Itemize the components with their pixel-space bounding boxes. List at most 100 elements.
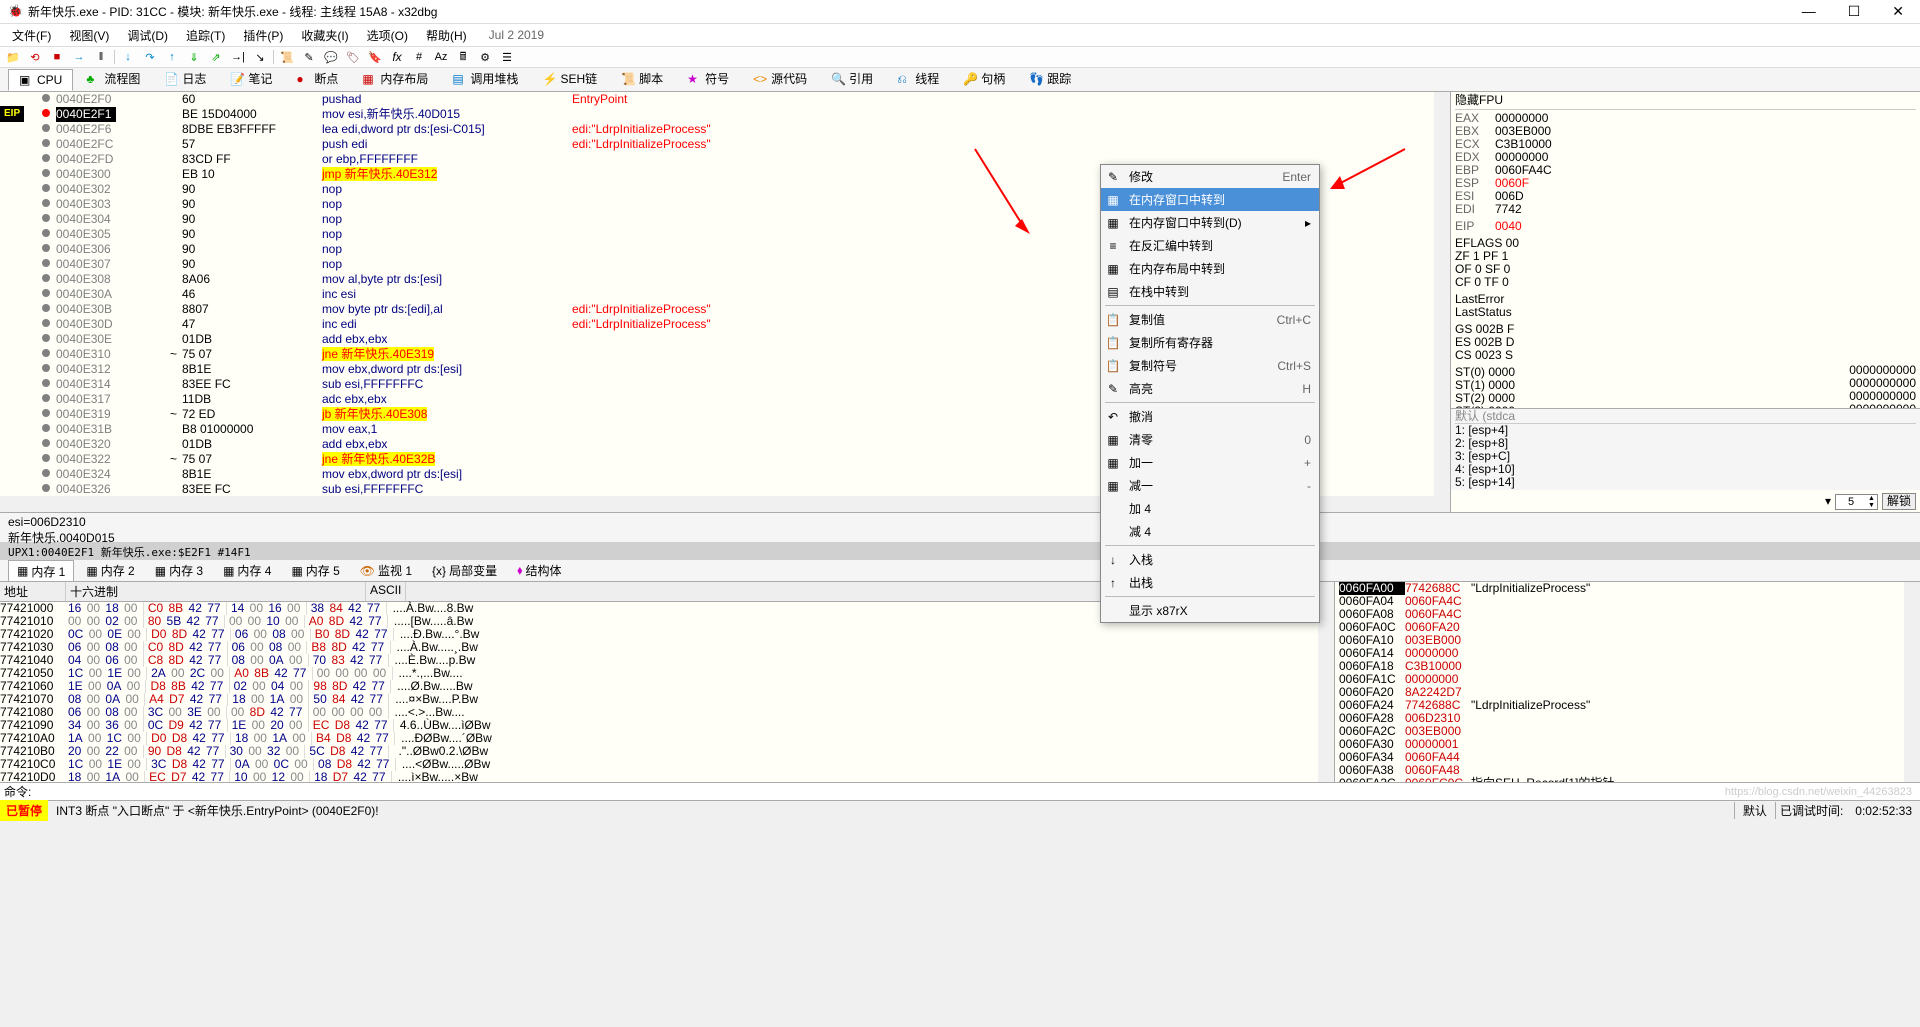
stop-icon[interactable]: ■ xyxy=(48,48,66,66)
arg-row[interactable]: 2: [esp+8] xyxy=(1455,437,1916,450)
tab-threads[interactable]: ⎌线程 xyxy=(886,66,950,91)
unlock-button[interactable]: 解锁 xyxy=(1882,493,1916,510)
run-icon[interactable]: → xyxy=(70,48,88,66)
context-menu-item[interactable]: ▦在内存布局中转到 xyxy=(1101,257,1319,280)
context-menu-item[interactable]: ✎修改Enter xyxy=(1101,165,1319,188)
command-input[interactable] xyxy=(35,785,1916,799)
tab-notes[interactable]: 📝笔记 xyxy=(219,66,283,91)
trace-over-icon[interactable]: ⇗ xyxy=(207,48,225,66)
calc-icon[interactable]: 🖩 xyxy=(454,48,472,66)
step-over-icon[interactable]: ↷ xyxy=(141,48,159,66)
regs-header[interactable]: 隐藏FPU xyxy=(1455,94,1916,110)
minimize-button[interactable]: — xyxy=(1794,1,1824,22)
context-menu-item[interactable]: ↶撤消 xyxy=(1101,405,1319,428)
az-icon[interactable]: Az xyxy=(432,48,450,66)
restart-icon[interactable]: ⟲ xyxy=(26,48,44,66)
disasm-row[interactable]: 0040E2FC 57push ediedi:"LdrpInitializePr… xyxy=(0,137,1434,152)
menu-debug[interactable]: 调试(D) xyxy=(119,25,176,46)
comment-icon[interactable]: 💬 xyxy=(322,48,340,66)
step-out-icon[interactable]: ↑ xyxy=(163,48,181,66)
tab-dump1[interactable]: ▦内存 1 xyxy=(8,560,74,581)
context-menu-item[interactable]: 📋复制符号Ctrl+S xyxy=(1101,354,1319,377)
tab-seh[interactable]: ⚡SEH链 xyxy=(531,66,608,91)
maximize-button[interactable]: ☐ xyxy=(1840,1,1869,22)
close-button[interactable]: ✕ xyxy=(1884,1,1912,22)
bookmark-icon[interactable]: 🔖 xyxy=(366,48,384,66)
spin-up[interactable]: ▲ xyxy=(1866,495,1877,502)
context-menu-item[interactable]: ▦在内存窗口中转到(D)▸ xyxy=(1101,211,1319,234)
tab-refs[interactable]: 🔍引用 xyxy=(820,66,884,91)
tab-script[interactable]: 📜脚本 xyxy=(610,66,674,91)
tab-symbols[interactable]: ★符号 xyxy=(676,66,740,91)
tab-locals[interactable]: {x}局部变量 xyxy=(424,560,505,581)
args-view[interactable]: 默认 (stdca 1: [esp+4] 2: [esp+8] 3: [esp+… xyxy=(1451,408,1920,490)
label-icon[interactable]: 🏷 xyxy=(344,48,362,66)
tab-source[interactable]: <>源代码 xyxy=(742,66,818,91)
tab-dump5[interactable]: ▦内存 5 xyxy=(283,560,347,581)
hash-icon[interactable]: # xyxy=(410,48,428,66)
context-menu-item[interactable]: 📋复制所有寄存器 xyxy=(1101,331,1319,354)
context-menu-item[interactable]: ✎高亮H xyxy=(1101,377,1319,400)
registers-panel[interactable]: 隐藏FPU EAX00000000EBX003EB000ECXC3B10000E… xyxy=(1450,92,1920,512)
tab-graph[interactable]: ♣流程图 xyxy=(75,66,151,91)
context-menu-item[interactable]: ▦加一+ xyxy=(1101,451,1319,474)
tab-dump2[interactable]: ▦内存 2 xyxy=(78,560,142,581)
stack-view[interactable]: 0060FA007742688C"LdrpInitializeProcess"0… xyxy=(1334,582,1904,782)
tab-handles[interactable]: 🔑句柄 xyxy=(952,66,1016,91)
run-till-icon[interactable]: ↘ xyxy=(251,48,269,66)
trace-into-icon[interactable]: ⇓ xyxy=(185,48,203,66)
tab-callstack[interactable]: ▤调用堆栈 xyxy=(441,66,529,91)
tab-log[interactable]: 📄日志 xyxy=(153,66,217,91)
menu-plugins[interactable]: 插件(P) xyxy=(235,25,291,46)
tab-cpu[interactable]: ▣CPU xyxy=(8,69,73,91)
open-icon[interactable]: 📁 xyxy=(4,48,22,66)
spin-down[interactable]: ▼ xyxy=(1866,502,1877,509)
context-menu-item[interactable]: ▦清零0 xyxy=(1101,428,1319,451)
script-icon[interactable]: 📜 xyxy=(278,48,296,66)
tab-breakpoints[interactable]: ●断点 xyxy=(285,66,349,91)
context-menu-item[interactable]: ▤在栈中转到 xyxy=(1101,280,1319,303)
arg-row[interactable]: 4: [esp+10] xyxy=(1455,463,1916,476)
disasm-scroll-v[interactable] xyxy=(1434,92,1450,512)
menu-trace[interactable]: 追踪(T) xyxy=(178,25,233,46)
step-into-icon[interactable]: ↓ xyxy=(119,48,137,66)
context-menu-item[interactable]: ▦减一- xyxy=(1101,474,1319,497)
stack-scroll[interactable] xyxy=(1904,582,1920,782)
patch-icon[interactable]: ✎ xyxy=(300,48,318,66)
menu-file[interactable]: 文件(F) xyxy=(4,25,59,46)
dump-scroll[interactable] xyxy=(1318,582,1334,782)
spin-input[interactable] xyxy=(1836,496,1866,508)
settings2-icon[interactable]: ☰ xyxy=(498,48,516,66)
context-menu-item[interactable]: 加 4 xyxy=(1101,497,1319,520)
menu-favorites[interactable]: 收藏夹(I) xyxy=(293,25,356,46)
context-menu-item[interactable]: 显示 x87rX xyxy=(1101,599,1319,622)
stack-row[interactable]: 0060FA3C0060FC9C指向SEH_Record[1]的指针 xyxy=(1335,777,1904,782)
arg-row[interactable]: 3: [esp+C] xyxy=(1455,450,1916,463)
tab-dump3[interactable]: ▦内存 3 xyxy=(147,560,211,581)
context-menu-item[interactable]: 📋复制值Ctrl+C xyxy=(1101,308,1319,331)
context-menu-item[interactable]: ↓入栈 xyxy=(1101,548,1319,571)
disasm-row[interactable]: 0040E2F6 8DBE EB3FFFFFlea edi,dword ptr … xyxy=(0,122,1434,137)
context-menu-item[interactable]: ▦在内存窗口中转到 xyxy=(1101,188,1319,211)
arg-count-spinner[interactable]: ▲▼ xyxy=(1835,494,1878,510)
context-menu-item[interactable]: ↑出栈 xyxy=(1101,571,1319,594)
disasm-row[interactable]: 0040E2F0 60pushadEntryPoint xyxy=(0,92,1434,107)
reg-eip-val[interactable]: 0040 xyxy=(1495,220,1522,233)
menu-view[interactable]: 视图(V) xyxy=(61,25,117,46)
context-menu-item[interactable]: 减 4 xyxy=(1101,520,1319,543)
menu-options[interactable]: 选项(O) xyxy=(359,25,416,46)
arg-row[interactable]: 1: [esp+4] xyxy=(1455,424,1916,437)
reg-row[interactable]: EDI7742 xyxy=(1455,203,1916,216)
context-menu-item[interactable]: ≡在反汇编中转到 xyxy=(1101,234,1319,257)
reg-row[interactable]: ESP0060F xyxy=(1455,177,1916,190)
arg-row[interactable]: 5: [esp+14] xyxy=(1455,476,1916,489)
dump-row[interactable]: 774210D018 00 1A 00 EC D7 42 77 10 00 12… xyxy=(0,771,1318,782)
tab-memmap[interactable]: ▦内存布局 xyxy=(351,66,439,91)
run-to-icon[interactable]: →| xyxy=(229,48,247,66)
tab-struct[interactable]: ⬧结构体 xyxy=(509,560,569,581)
tab-dump4[interactable]: ▦内存 4 xyxy=(215,560,279,581)
menu-help[interactable]: 帮助(H) xyxy=(418,25,475,46)
disasm-row[interactable]: 0040E2F1 BE 15D04000mov esi,新年快乐.40D015 xyxy=(0,107,1434,122)
pause-icon[interactable]: ‖ xyxy=(92,48,110,66)
combo-arrow[interactable]: ▾ xyxy=(1825,495,1831,508)
